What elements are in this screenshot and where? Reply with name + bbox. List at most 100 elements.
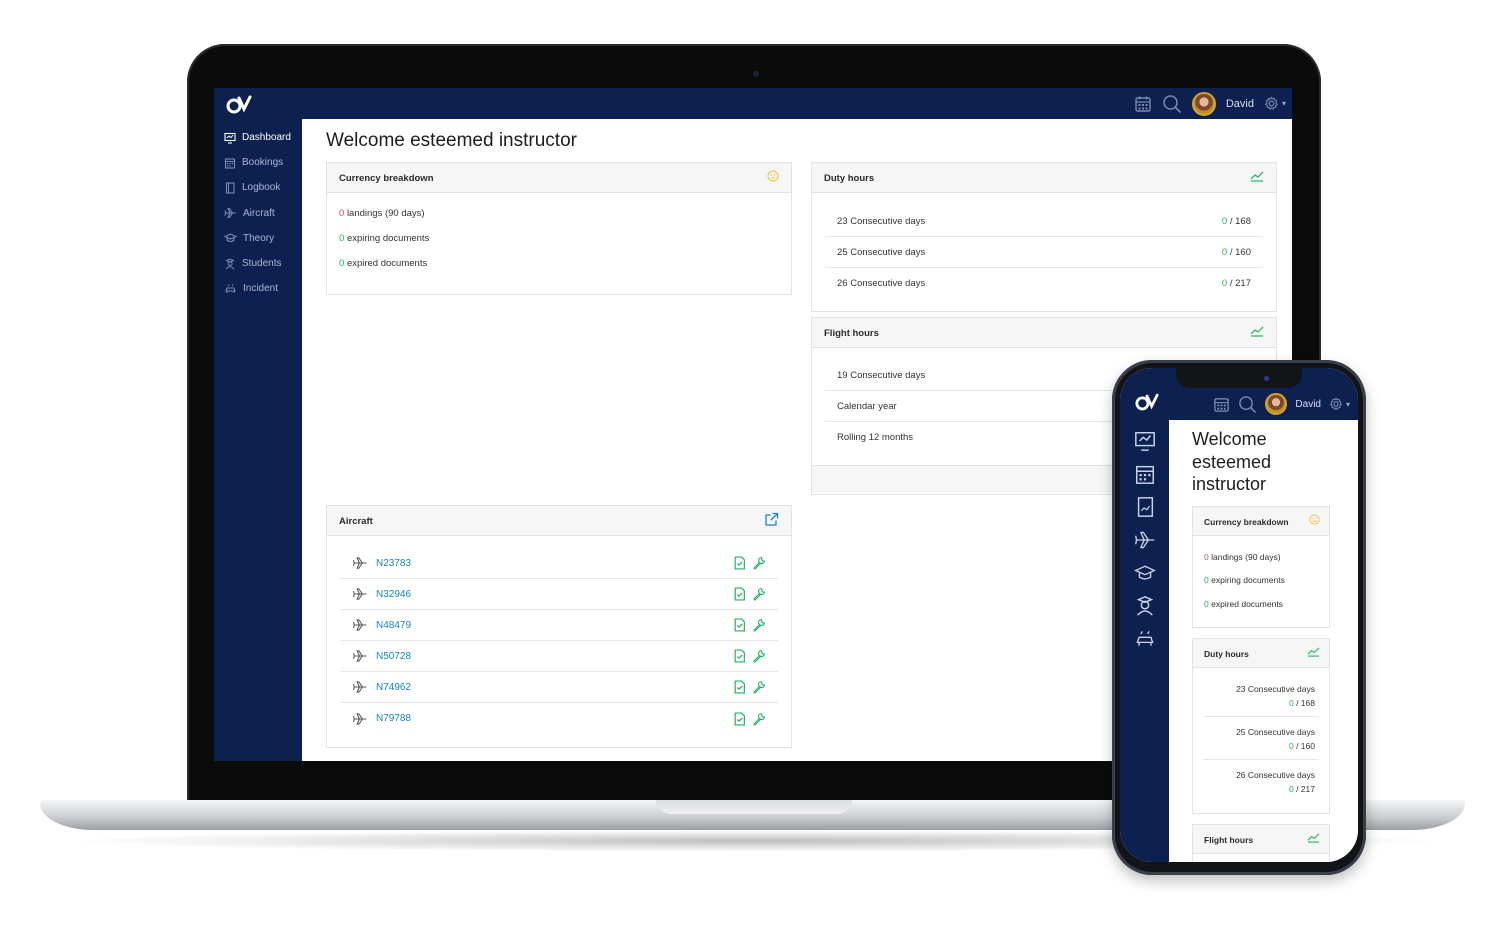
aircraft-row[interactable]: N48479 bbox=[340, 610, 778, 641]
aircraft-registration-link[interactable]: N23783 bbox=[376, 558, 733, 569]
search-icon[interactable] bbox=[1238, 395, 1257, 414]
wrench-icon[interactable] bbox=[752, 618, 766, 632]
sidebar-item-students[interactable]: Students bbox=[214, 251, 302, 276]
airplane-icon bbox=[352, 618, 368, 632]
app-logo[interactable] bbox=[226, 95, 252, 115]
calendar-icon[interactable] bbox=[1213, 396, 1230, 413]
calendar-icon[interactable] bbox=[1134, 95, 1152, 113]
duty-row: 25 Consecutive days 0 / 160 bbox=[825, 237, 1263, 268]
sidebar-item-dashboard[interactable]: Dashboard bbox=[214, 125, 302, 150]
search-icon[interactable] bbox=[1162, 94, 1182, 114]
card-title: Flight hours bbox=[1204, 835, 1254, 845]
mobile-flight-hours-card: Flight hours bbox=[1192, 824, 1330, 862]
sidebar-item-incident[interactable]: Incident bbox=[214, 276, 302, 301]
dashboard-icon[interactable] bbox=[1134, 430, 1156, 452]
mobile-main-content: Welcome esteemed instructor Currency bre… bbox=[1169, 420, 1358, 862]
logbook-icon bbox=[224, 182, 236, 194]
document-check-icon[interactable] bbox=[733, 680, 746, 694]
page-title: Welcome esteemed instructor bbox=[326, 130, 577, 151]
gear-icon[interactable] bbox=[1264, 96, 1279, 111]
logbook-icon[interactable] bbox=[1134, 496, 1156, 518]
aircraft-card: Aircraft N23783 N32946 N48479 N50728 N74962 N… bbox=[326, 505, 792, 748]
currency-count: 0 bbox=[1204, 551, 1209, 562]
aircraft-row[interactable]: N79788 bbox=[340, 703, 778, 734]
student-icon[interactable] bbox=[1134, 595, 1156, 617]
currency-row-expired: 0 expired documents bbox=[1193, 592, 1329, 616]
duty-label: 25 Consecutive days bbox=[1236, 727, 1315, 737]
mobile-currency-breakdown-card: Currency breakdown 0 landings (90 days) … bbox=[1192, 506, 1330, 628]
duty-limit: / 168 bbox=[1293, 698, 1315, 708]
laptop-hinge-notch bbox=[656, 800, 852, 814]
phone-notch bbox=[1176, 368, 1302, 388]
user-name[interactable]: David bbox=[1226, 98, 1254, 110]
wrench-icon[interactable] bbox=[752, 556, 766, 570]
document-check-icon[interactable] bbox=[733, 618, 746, 632]
document-check-icon[interactable] bbox=[733, 649, 746, 663]
chevron-down-icon[interactable]: ▾ bbox=[1346, 400, 1350, 409]
top-bar: David ▾ bbox=[214, 88, 1292, 119]
wrench-icon[interactable] bbox=[752, 587, 766, 601]
card-title: Aircraft bbox=[339, 516, 373, 527]
aircraft-registration-link[interactable]: N74962 bbox=[376, 682, 733, 693]
sidebar-item-aircraft[interactable]: Aircraft bbox=[214, 201, 302, 226]
aircraft-list: N23783 N32946 N48479 N50728 N74962 N79788 bbox=[327, 536, 791, 734]
airplane-icon bbox=[352, 556, 368, 570]
document-check-icon[interactable] bbox=[733, 556, 746, 570]
aircraft-registration-link[interactable]: N79788 bbox=[376, 713, 733, 724]
sidebar-item-logbook[interactable]: Logbook bbox=[214, 175, 302, 200]
duty-label: 23 Consecutive days bbox=[1236, 684, 1315, 694]
app-logo[interactable] bbox=[1135, 393, 1159, 412]
currency-row-landings: 0 landings (90 days) bbox=[327, 201, 791, 226]
external-link-icon[interactable] bbox=[764, 512, 779, 527]
currency-text: expiring documents bbox=[1211, 575, 1285, 586]
aircraft-registration-link[interactable]: N32946 bbox=[376, 589, 733, 600]
aircraft-registration-link[interactable]: N50728 bbox=[376, 651, 733, 662]
currency-count: 0 bbox=[339, 233, 345, 244]
sidebar-item-bookings[interactable]: Bookings bbox=[214, 150, 302, 175]
card-title: Currency breakdown bbox=[1204, 517, 1289, 527]
graduation-cap-icon[interactable] bbox=[1134, 562, 1156, 584]
aircraft-row[interactable]: N50728 bbox=[340, 641, 778, 672]
document-check-icon[interactable] bbox=[733, 711, 746, 726]
incident-icon bbox=[224, 283, 237, 295]
chart-trend-icon[interactable] bbox=[1250, 170, 1264, 182]
avatar[interactable] bbox=[1265, 393, 1288, 415]
user-name[interactable]: David bbox=[1295, 399, 1321, 410]
wrench-icon[interactable] bbox=[752, 649, 766, 663]
wrench-icon[interactable] bbox=[752, 712, 766, 726]
chevron-down-icon[interactable]: ▾ bbox=[1282, 99, 1286, 108]
chart-trend-icon[interactable] bbox=[1307, 646, 1320, 657]
wrench-icon[interactable] bbox=[752, 680, 766, 694]
sidebar-item-theory[interactable]: Theory bbox=[214, 226, 302, 251]
flight-label: Rolling 12 months bbox=[837, 432, 914, 443]
gear-icon[interactable] bbox=[1329, 397, 1343, 411]
airplane-icon[interactable] bbox=[1134, 529, 1156, 551]
sidebar-item-label: Logbook bbox=[242, 182, 281, 194]
chart-trend-icon[interactable] bbox=[1250, 325, 1264, 337]
aircraft-row[interactable]: N74962 bbox=[340, 672, 778, 703]
calendar-icon[interactable] bbox=[1134, 463, 1156, 485]
duty-label: 25 Consecutive days bbox=[837, 246, 926, 258]
avatar[interactable] bbox=[1191, 91, 1216, 116]
card-title: Currency breakdown bbox=[339, 173, 434, 184]
incident-icon[interactable] bbox=[1134, 628, 1156, 650]
currency-row-expiring: 0 expiring documents bbox=[1193, 569, 1329, 593]
aircraft-registration-link[interactable]: N48479 bbox=[376, 620, 733, 631]
logo-icon bbox=[226, 95, 252, 114]
aircraft-row[interactable]: N23783 bbox=[340, 548, 778, 579]
currency-row-expired: 0 expired documents bbox=[327, 251, 791, 276]
airplane-icon bbox=[224, 207, 237, 219]
duty-limit: / 217 bbox=[1227, 278, 1251, 289]
currency-count: 0 bbox=[339, 258, 345, 269]
chart-trend-icon[interactable] bbox=[1307, 832, 1320, 843]
duty-limit: / 168 bbox=[1227, 215, 1251, 227]
duty-label: 23 Consecutive days bbox=[837, 215, 926, 227]
duty-row: 25 Consecutive days 0 / 160 bbox=[1203, 717, 1319, 760]
duty-label: 26 Consecutive days bbox=[1236, 770, 1315, 780]
document-check-icon[interactable] bbox=[733, 587, 746, 601]
aircraft-row[interactable]: N32946 bbox=[340, 579, 778, 610]
currency-text: expired documents bbox=[1211, 598, 1283, 609]
sidebar: Dashboard Bookings Logbook Aircraft Theo… bbox=[214, 119, 302, 761]
airplane-icon bbox=[352, 712, 368, 726]
duty-row: 26 Consecutive days 0 / 217 bbox=[1203, 760, 1319, 803]
